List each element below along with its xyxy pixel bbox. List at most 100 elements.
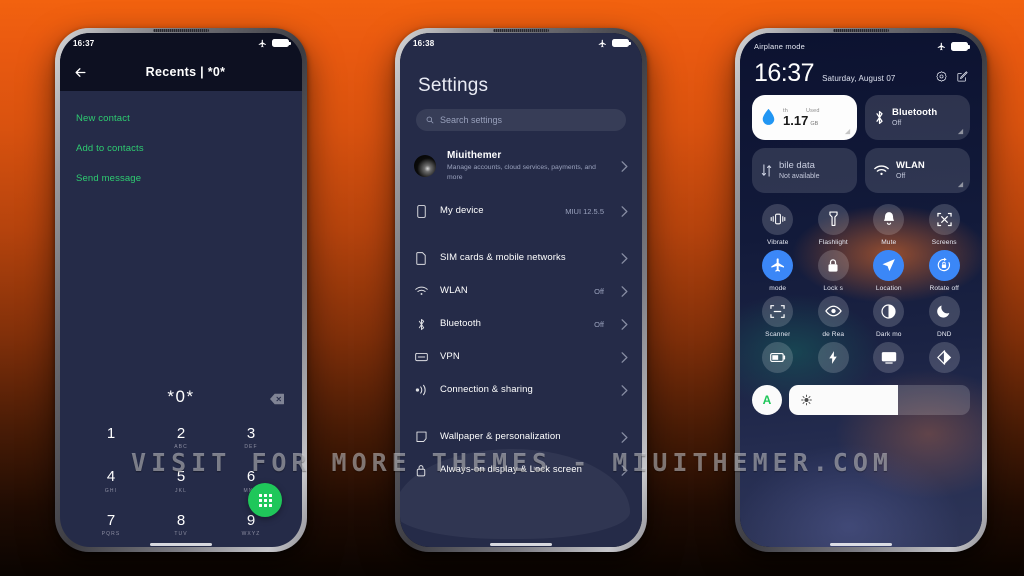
contrast-icon <box>928 341 960 373</box>
bluetooth-icon <box>414 317 428 331</box>
chevron-right-icon <box>621 318 628 330</box>
battery-icon <box>612 38 631 48</box>
key-7[interactable]: 7 PQRS <box>76 504 146 548</box>
toggle-lock-screen[interactable]: Lock s <box>806 249 862 292</box>
card-mobile-data-title: bile data <box>779 160 815 172</box>
settings-screen: 16:38 Settings Search settings Miuitheme… <box>400 33 642 547</box>
sidebar-item-label: Connection & sharing <box>440 383 533 395</box>
card-data-usage[interactable]: th Used 1.17 GB <box>752 94 857 140</box>
toggle-location[interactable]: Location <box>861 249 917 292</box>
dialed-number: *0* <box>167 386 195 406</box>
dialer-action-list: New contact Add to contacts Send message <box>60 91 302 193</box>
sidebar-item-vpn[interactable]: VPN <box>400 341 642 374</box>
toggle-scanner[interactable]: Scanner <box>750 295 806 338</box>
wifi-icon <box>874 165 889 175</box>
toggle-label: Dark mo <box>875 330 902 338</box>
settings-gear-icon[interactable] <box>936 71 947 82</box>
edit-icon[interactable] <box>957 71 968 82</box>
earpiece-speaker <box>153 29 209 32</box>
sidebar-item-connection-sharing[interactable]: Connection & sharing <box>400 374 642 407</box>
backspace-icon[interactable] <box>270 393 284 404</box>
toggle-battery-saver[interactable] <box>750 341 806 377</box>
toggle-cast[interactable] <box>861 341 917 377</box>
water-drop-icon <box>762 109 775 126</box>
status-bar-icons <box>937 42 970 51</box>
settings-list: Miuithemer Manage accounts, cloud servic… <box>400 145 642 547</box>
chevron-right-icon <box>621 252 628 264</box>
key-1-number: 1 <box>106 424 116 442</box>
toggle-reading-mode[interactable]: de Rea <box>806 295 862 338</box>
list-item-account[interactable]: Miuithemer Manage accounts, cloud servic… <box>400 145 642 195</box>
sidebar-item-wlan[interactable]: WLAN Off <box>400 275 642 308</box>
key-9-number: 9 <box>246 511 256 529</box>
control-center-cards: th Used 1.17 GB Bluetooth Off bile data … <box>740 94 982 193</box>
dialer-header: Recents | *0* <box>60 53 302 91</box>
action-new-contact[interactable]: New contact <box>60 103 302 133</box>
account-subtitle: Manage accounts, cloud services, payment… <box>447 164 596 181</box>
brightness-slider[interactable] <box>789 384 970 415</box>
toggle-flashlight[interactable]: Flashlight <box>806 203 862 246</box>
sidebar-item-label: VPN <box>440 350 460 362</box>
brightness-row: A <box>740 377 982 415</box>
key-9-letters: WXYZ <box>241 531 261 537</box>
search-placeholder: Search settings <box>440 115 503 125</box>
quick-toggle-grid: Vibrate Flashlight Mute Screens mode Loc… <box>740 193 982 377</box>
toggle-label: Scanner <box>765 330 791 338</box>
toggle-label: mode <box>769 284 787 292</box>
key-3[interactable]: 3 DEF <box>216 417 286 461</box>
home-indicator <box>490 543 552 546</box>
airplane-icon <box>258 39 266 47</box>
card-bluetooth[interactable]: Bluetooth Off <box>865 94 970 140</box>
sidebar-item-my-device[interactable]: My device MIUI 12.5.5 <box>400 195 642 228</box>
auto-brightness-button[interactable]: A <box>752 384 782 415</box>
action-add-to-contacts[interactable]: Add to contacts <box>60 133 302 163</box>
key-4-letters: GHI <box>104 487 118 494</box>
key-5[interactable]: 5 JKL <box>146 460 216 504</box>
dialer-screen: 16:37 Recents | *0* New contact Add to c… <box>60 33 302 547</box>
card-wlan-title: WLAN <box>896 160 925 172</box>
sidebar-item-label: Wallpaper & personalization <box>440 430 561 442</box>
search-input[interactable]: Search settings <box>416 109 626 131</box>
clock-date: Saturday, August 07 <box>822 73 896 83</box>
key-7-number: 7 <box>106 511 116 529</box>
back-arrow-icon[interactable] <box>73 65 88 80</box>
toggle-mute[interactable]: Mute <box>861 203 917 246</box>
card-mobile-data[interactable]: bile data Not available <box>752 147 857 193</box>
key-1[interactable]: 1 <box>76 417 146 461</box>
key-5-letters: JKL <box>175 487 187 494</box>
sidebar-item-bluetooth[interactable]: Bluetooth Off <box>400 308 642 341</box>
card-wlan[interactable]: WLAN Off <box>865 147 970 193</box>
toggle-dark-mode[interactable]: Dark mo <box>861 295 917 338</box>
toggle-screenshot[interactable]: Screens <box>917 203 973 246</box>
ultra-battery-icon <box>817 341 849 373</box>
toggle-dnd[interactable]: DND <box>917 295 973 338</box>
key-4[interactable]: 4 GHI <box>76 460 146 504</box>
control-center-screen: Airplane mode 16:37 Saturday, August 07 <box>740 33 982 547</box>
chevron-right-icon <box>621 384 628 396</box>
toggle-ultra-battery-saver[interactable] <box>806 341 862 377</box>
chevron-right-icon <box>621 351 628 363</box>
sidebar-item-wallpaper[interactable]: Wallpaper & personalization <box>400 421 642 454</box>
key-8[interactable]: 8 TUV <box>146 504 216 548</box>
toggle-label: Rotate off <box>929 284 959 292</box>
action-send-message[interactable]: Send message <box>60 163 302 193</box>
toggle-airplane-mode[interactable]: mode <box>750 249 806 292</box>
toggle-vibrate[interactable]: Vibrate <box>750 203 806 246</box>
lock-icon <box>414 463 428 477</box>
clock-time: 16:37 <box>754 59 815 87</box>
key-2[interactable]: 2 ABC <box>146 417 216 461</box>
bluetooth-icon <box>876 110 883 124</box>
account-name: Miuithemer <box>447 150 502 161</box>
toggle-rotate-off[interactable]: Rotate off <box>917 249 973 292</box>
sidebar-item-sim-cards[interactable]: SIM cards & mobile networks <box>400 242 642 275</box>
dialpad-toggle-button[interactable] <box>248 483 282 517</box>
sidebar-item-always-on-display[interactable]: Always-on display & Lock screen <box>400 454 642 487</box>
sidebar-item-label: WLAN <box>440 284 468 296</box>
scanner-icon <box>762 295 794 327</box>
sidebar-item-label: Always-on display & Lock screen <box>440 463 582 475</box>
sidebar-item-value: Off <box>594 319 604 329</box>
key-4-number: 4 <box>106 468 116 485</box>
phone-device-settings: 16:38 Settings Search settings Miuitheme… <box>395 28 647 552</box>
toggle-contrast[interactable] <box>917 341 973 377</box>
phone-device-icon <box>414 204 428 218</box>
